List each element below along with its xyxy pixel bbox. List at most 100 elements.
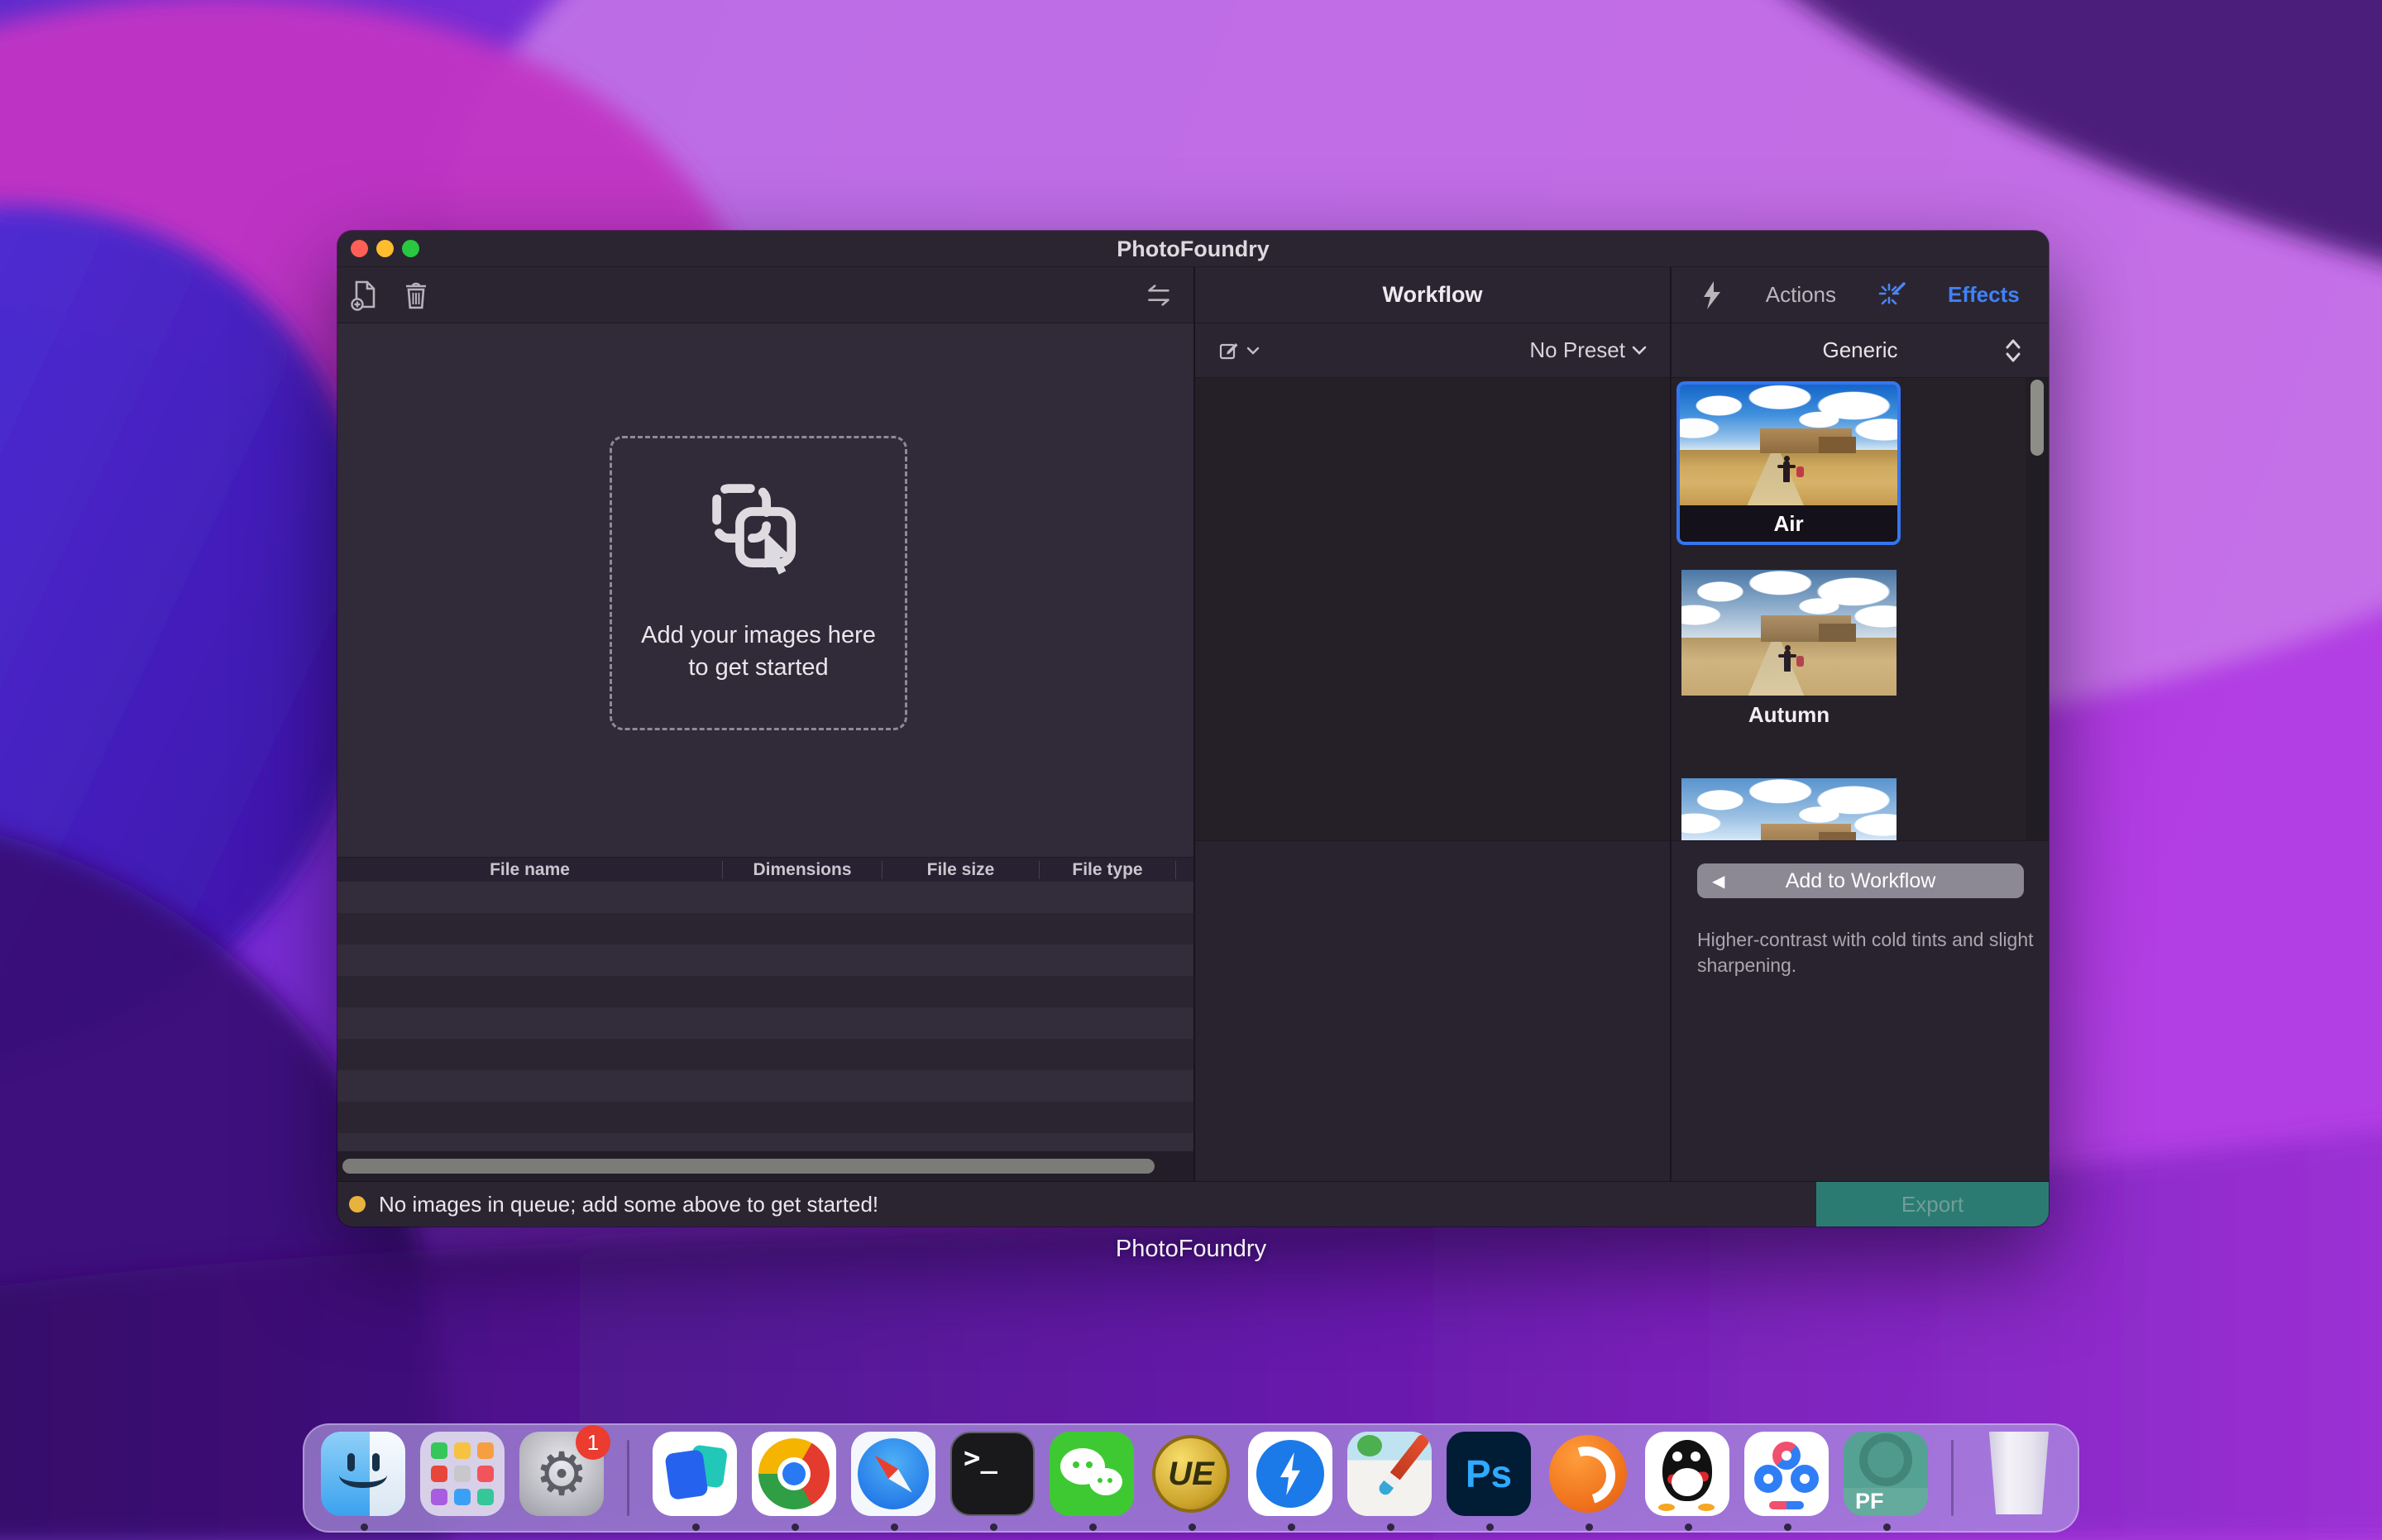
column-file-size[interactable]: File size [882, 860, 1039, 880]
triangle-left-icon: ◀ [1712, 871, 1724, 892]
dock-item-chrome[interactable] [752, 1432, 836, 1524]
window-body: Add your images here to get started File… [337, 267, 2049, 1181]
paintbrush-app-icon[interactable] [1347, 1432, 1432, 1516]
dock-item-safari[interactable] [851, 1432, 935, 1524]
window-caption: PhotoFoundry [0, 1236, 2382, 1263]
edit-preset-icon [1218, 340, 1240, 361]
tab-effects[interactable]: Effects [1948, 282, 2020, 308]
photofoundry-dock-icon[interactable]: PF [1844, 1432, 1928, 1516]
dropzone[interactable]: Add your images here to get started [610, 436, 907, 730]
baidu-netdisk-icon[interactable] [1744, 1432, 1829, 1516]
dock-item-baidu-netdisk[interactable] [1744, 1432, 1829, 1524]
workflow-panel: Workflow No Preset [1193, 267, 1670, 1181]
dock-item-frames-app[interactable] [653, 1432, 737, 1524]
dock-item-photoshop[interactable]: Ps [1447, 1432, 1531, 1524]
edit-preset-button[interactable] [1218, 340, 1260, 361]
status-bar: No images in queue; add some above to ge… [337, 1181, 2049, 1227]
panel-tabs: Actions Effects [1672, 267, 2049, 323]
vertical-scrollbar-thumb[interactable] [2030, 380, 2044, 456]
dropzone-line1: Add your images here [641, 619, 876, 652]
category-value: Generic [1822, 337, 1897, 363]
effect-card-autumn[interactable]: Autumn [1681, 570, 1897, 728]
dock-separator [627, 1440, 629, 1516]
effect-description: Higher-contrast with cold tints and slig… [1697, 927, 2036, 978]
dock-item-qq[interactable] [1645, 1432, 1729, 1524]
titlebar[interactable]: PhotoFoundry [337, 231, 2049, 267]
dock-item-lightning-app[interactable] [1248, 1432, 1332, 1524]
frames-app-icon[interactable] [653, 1432, 737, 1516]
add-to-workflow-label: Add to Workflow [1786, 869, 1936, 893]
running-indicator [1288, 1523, 1295, 1531]
settings-gear-icon[interactable]: ⚙ 1 [519, 1432, 604, 1516]
dock-separator [1951, 1440, 1954, 1516]
orange-sphere-app-icon[interactable] [1546, 1432, 1630, 1516]
terminal-icon[interactable]: >_ [950, 1432, 1035, 1516]
preset-dropdown[interactable]: No Preset [1529, 337, 1647, 363]
tab-actions[interactable]: Actions [1766, 282, 1836, 308]
column-dimensions[interactable]: Dimensions [723, 860, 882, 880]
effect-card-air[interactable]: Air [1676, 381, 1901, 545]
dropzone-text: Add your images here to get started [641, 619, 876, 684]
dock-item-orange-sphere[interactable] [1546, 1432, 1630, 1524]
sparkle-icon [1878, 281, 1906, 309]
running-indicator [1685, 1523, 1692, 1531]
trash-icon[interactable] [400, 280, 432, 311]
dock-item-paint-app[interactable] [1347, 1432, 1432, 1524]
dock-item-launchpad[interactable] [420, 1432, 505, 1524]
workflow-lower-area [1195, 840, 1670, 1181]
safari-icon[interactable] [851, 1432, 935, 1516]
dock-item-terminal[interactable]: >_ [950, 1432, 1035, 1524]
trash-can-icon[interactable] [1977, 1432, 2061, 1516]
table-row [337, 1007, 1193, 1039]
export-button[interactable]: Export [1816, 1182, 2049, 1227]
table-row [337, 1102, 1193, 1133]
ultraedit-icon[interactable]: UE [1149, 1432, 1233, 1516]
desktop: PhotoFoundry [0, 0, 2382, 1540]
running-indicator [792, 1523, 799, 1531]
column-file-type[interactable]: File type [1040, 860, 1175, 880]
finder-icon[interactable] [321, 1432, 405, 1516]
running-indicator [361, 1523, 368, 1531]
dock: ⚙ 1 >_ [303, 1423, 2079, 1533]
vertical-scrollbar[interactable] [2026, 378, 2049, 840]
dock-item-wechat[interactable] [1050, 1432, 1134, 1524]
status-message: No images in queue; add some above to ge… [379, 1192, 878, 1217]
dock-item-trash[interactable] [1977, 1432, 2061, 1524]
wechat-icon[interactable] [1050, 1432, 1134, 1516]
photofoundry-window: PhotoFoundry [337, 231, 2049, 1227]
chrome-icon[interactable] [752, 1432, 836, 1516]
category-select[interactable]: Generic [1672, 323, 2049, 378]
effects-panel: Actions Effects Generic [1670, 267, 2049, 1181]
dock-item-finder[interactable] [321, 1432, 405, 1524]
dock-item-ultraedit[interactable]: UE [1149, 1432, 1233, 1524]
column-file-name[interactable]: File name [337, 860, 722, 880]
table-row [337, 1070, 1193, 1102]
running-indicator [1586, 1523, 1593, 1531]
workflow-header: Workflow [1195, 267, 1670, 323]
chevron-down-icon [1246, 346, 1260, 356]
horizontal-scrollbar[interactable] [337, 1151, 1193, 1181]
launchpad-icon[interactable] [420, 1432, 505, 1516]
effect-label: Air [1680, 505, 1897, 542]
add-file-icon[interactable] [349, 280, 380, 311]
effect-card-partial[interactable] [1681, 778, 1897, 840]
running-indicator [990, 1523, 997, 1531]
table-row [337, 913, 1193, 945]
running-indicator [1387, 1523, 1394, 1531]
effect-label: Autumn [1681, 702, 1897, 728]
dock-item-photofoundry[interactable]: PF [1844, 1432, 1928, 1524]
horizontal-scrollbar-thumb[interactable] [342, 1159, 1155, 1174]
bolt-icon [1700, 280, 1724, 310]
workflow-canvas[interactable] [1195, 378, 1670, 840]
dock-item-settings[interactable]: ⚙ 1 [519, 1432, 604, 1524]
add-to-workflow-button[interactable]: ◀ Add to Workflow [1697, 863, 2024, 898]
table-row [337, 976, 1193, 1007]
qq-icon[interactable] [1645, 1432, 1729, 1516]
running-indicator [692, 1523, 700, 1531]
column-divider [1175, 861, 1176, 879]
photoshop-icon[interactable]: Ps [1447, 1432, 1531, 1516]
window-title: PhotoFoundry [337, 231, 2049, 267]
image-drop-area[interactable]: Add your images here to get started [337, 323, 1193, 857]
transfer-icon[interactable] [1142, 280, 1174, 311]
lightning-app-icon[interactable] [1248, 1432, 1332, 1516]
